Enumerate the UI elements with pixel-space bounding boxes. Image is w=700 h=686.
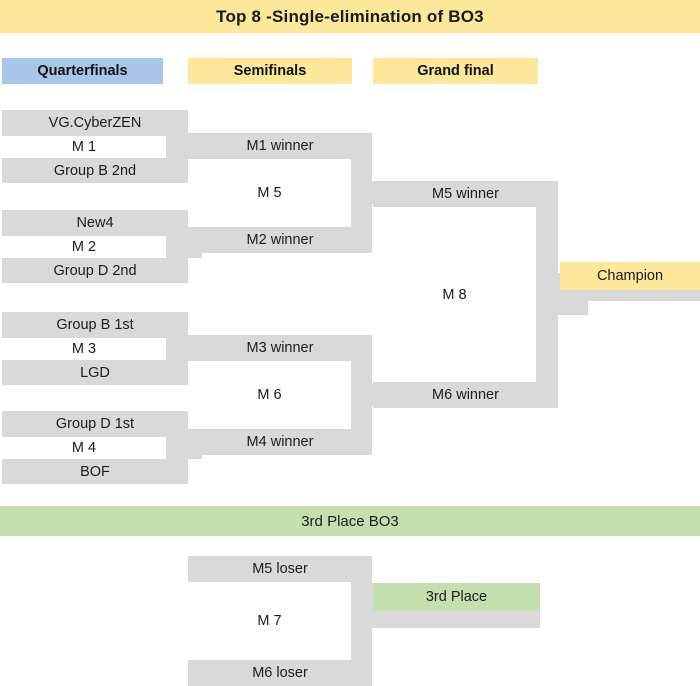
stage-header-semifinals: Semifinals [188,58,352,84]
team-slot: M4 winner [246,434,314,450]
match-label: M 8 [442,286,467,303]
match-label: M 1 [2,136,166,158]
team-slot: M1 winner [246,138,314,154]
third-place-box: 3rd Place [373,583,540,611]
team-slot: Group B 1st [56,317,134,333]
match-label: M 6 [257,387,282,403]
bracket-canvas: Top 8 -Single-elimination of BO3 Quarter… [0,0,700,686]
match-block-m2: New4 M 2 Group D 2nd [2,210,202,283]
third-place-banner: 3rd Place BO3 [0,506,700,536]
match-label: M 3 [2,338,166,360]
stage-header-quarterfinals: Quarterfinals [2,58,163,84]
team-slot: VG.CyberZEN [48,115,142,131]
champion-box: Champion [560,262,700,290]
page-title: Top 8 -Single-elimination of BO3 [0,0,700,33]
match-block-m5: M1 winner M2 winner M 5 [188,133,386,253]
match-block-m6: M3 winner M4 winner M 6 [188,335,386,455]
match-block-m8: M5 winner M6 winner M 8 [373,181,588,408]
team-slot: M6 loser [252,665,308,681]
team-slot: Group B 2nd [53,162,137,179]
match-label: M 7 [257,613,282,629]
match-label: M 4 [2,437,166,459]
team-slot: M3 winner [246,340,314,356]
match-label: M 5 [257,185,282,201]
match-label: M 2 [2,236,166,258]
match-block-m3: Group B 1st M 3 LGD [2,312,202,385]
team-slot: M5 winner [432,186,499,202]
team-slot: M6 winner [432,387,499,403]
match-block-m1: VG.CyberZEN M 1 Group B 2nd [2,110,202,183]
stage-header-grand-final: Grand final [373,58,538,84]
team-slot: M5 loser [252,561,308,577]
team-slot: New4 [76,215,114,231]
team-slot: Group D 2nd [53,262,137,279]
team-slot: LGD [80,364,110,381]
team-slot: BOF [80,463,110,480]
match-block-m7: M5 loser M6 loser M 7 [188,556,372,686]
match-block-m4: Group D 1st M 4 BOF [2,411,202,484]
team-slot: M2 winner [246,232,314,248]
team-slot: Group D 1st [55,416,135,432]
